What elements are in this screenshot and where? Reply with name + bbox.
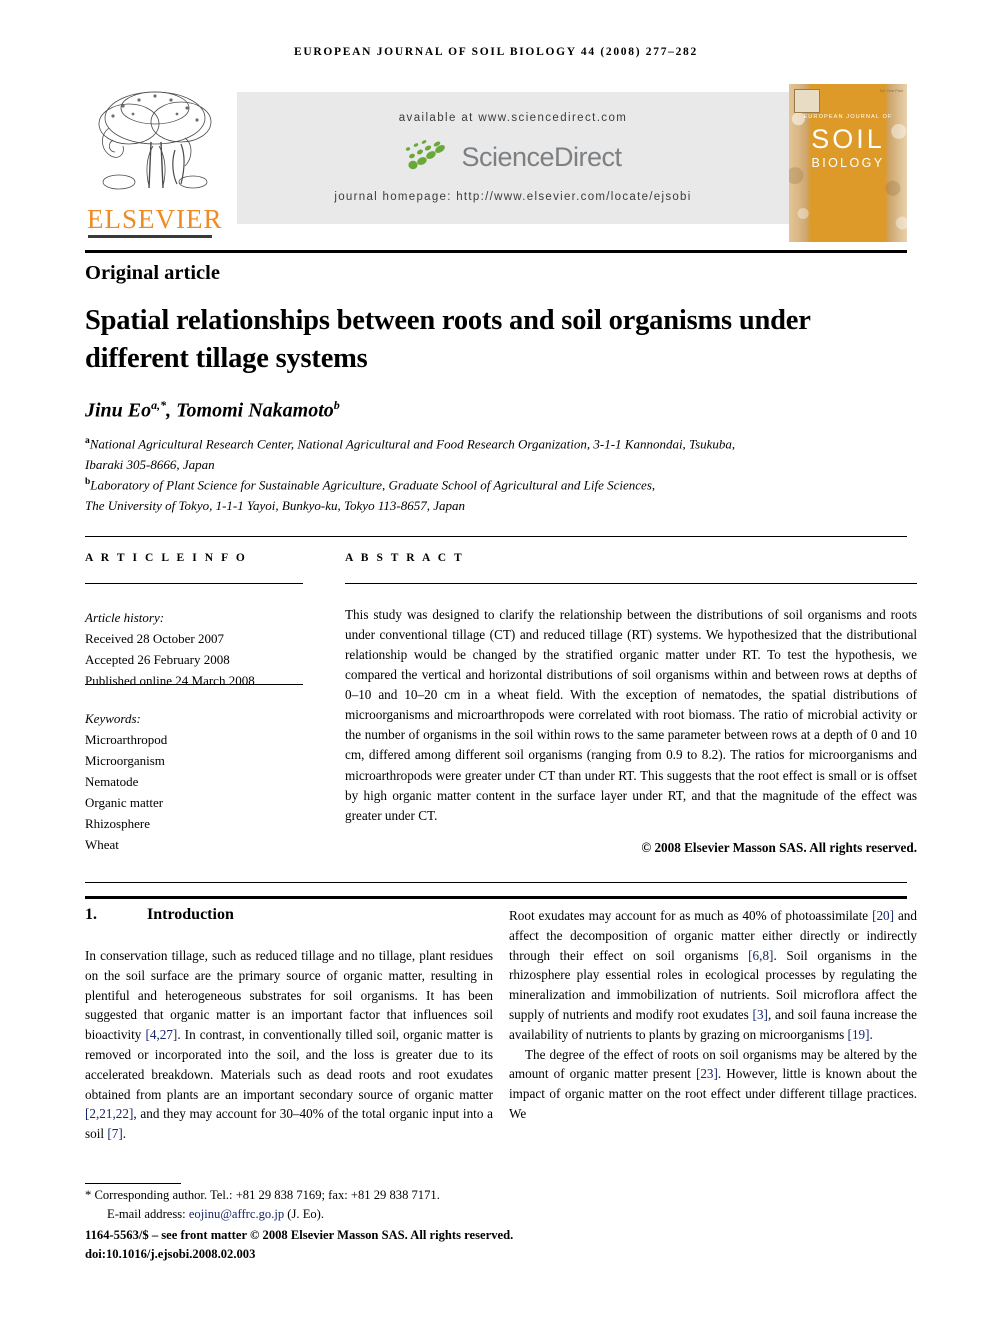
cover-elsevier-mark-icon [794,89,820,113]
keywords-label: Keywords: [85,711,141,726]
section-heading-introduction: 1. Introduction [85,906,234,924]
doi-line: doi:10.1016/j.ejsobi.2008.02.003 [85,1246,256,1261]
sciencedirect-logo: ScienceDirect [237,140,789,174]
elsevier-logo: ELSEVIER [85,80,227,246]
tree-illustration-svg [98,91,212,190]
elsevier-tree-icon [89,84,219,202]
author-list: Jinu Eoa,*, Tomomi Nakamotob [85,398,340,422]
keyword-item: Wheat [85,837,119,853]
keywords-top-rule [85,684,303,685]
article-info-heading: A R T I C L E I N F O [85,552,248,564]
keywords-list: Keywords: Microarthropod Microorganism N… [85,708,303,855]
body-top-rule [85,896,907,899]
sciencedirect-banner: available at www.sciencedirect.com Scien… [237,92,789,224]
abstract-column: A B S T R A C T [345,552,917,564]
history-item-received: Received 28 October 2007 [85,631,224,647]
article-history-block: Article history: Received 28 October 200… [85,590,303,691]
body-column-left: In conservation tillage, such as reduced… [85,948,493,1142]
article-history-label: Article history: [85,610,165,625]
section-title-text: Introduction [147,906,234,923]
abstract-copyright: © 2008 Elsevier Masson SAS. All rights r… [641,839,917,855]
keywords-block: Keywords: Microarthropod Microorganism N… [85,690,303,855]
sciencedirect-wordmark: ScienceDirect [461,141,622,172]
corresponding-author-note: * Corresponding author. Tel.: +81 29 838… [85,1188,440,1202]
article-type-label: Original article [85,262,220,284]
email-suffix: (J. Eo). [287,1206,325,1221]
cover-title-line1: EUROPEAN JOURNAL OF [803,114,893,120]
abstract-body-wrap: This study was designed to clarify the r… [345,588,917,856]
affiliations: aNational Agricultural Research Center, … [85,436,736,514]
article-history: Article history: Received 28 October 200… [85,607,303,691]
title-block-bottom-rule [85,536,907,537]
keyword-item: Rhizosphere [85,816,150,832]
abstract-text: This study was designed to clarify the r… [345,607,917,823]
footnote-separator-rule [85,1183,181,1184]
history-item-accepted: Accepted 26 February 2008 [85,652,230,668]
tree-baseline [88,235,212,238]
masthead: ELSEVIER available at www.sciencedirect.… [85,80,907,246]
page-footer: * Corresponding author. Tel.: +81 29 838… [85,1186,645,1264]
cover-title-line2: SOIL [811,124,885,154]
abstract-heading-rule [345,583,917,584]
elsevier-wordmark: ELSEVIER [87,204,223,234]
keyword-item: Microarthropod [85,732,168,748]
masthead-bottom-rule [85,250,907,253]
article-title: Spatial relationships between roots and … [85,305,811,374]
keyword-item: Nematode [85,774,139,790]
history-item-published: Published online 24 March 2008 [85,673,255,689]
issn-frontmatter-line: 1164-5563/$ – see front matter © 2008 El… [85,1227,514,1242]
cover-corner-note: The Year Past [879,89,903,93]
abstract-heading: A B S T R A C T [345,552,465,564]
section-number: 1. [85,906,97,923]
article-info-heading-rule [85,583,303,584]
cover-title-line3: BIOLOGY [811,156,885,170]
journal-cover-thumbnail: The Year Past EUROPEAN JOURNAL OF SOIL B… [789,84,907,242]
journal-homepage-text: journal homepage: http://www.elsevier.co… [334,191,692,203]
article-info-column: A R T I C L E I N F O [85,552,303,564]
abstract-bottom-rule [85,882,907,883]
running-head: EUROPEAN JOURNAL OF SOIL BIOLOGY 44 (200… [294,46,698,58]
email-line: E-mail address: eojinu@affrc.go.jp (J. E… [85,1205,645,1224]
email-link[interactable]: eojinu@affrc.go.jp [189,1207,284,1221]
keyword-item: Organic matter [85,795,164,811]
journal-article-page: EUROPEAN JOURNAL OF SOIL BIOLOGY 44 (200… [0,0,992,1323]
body-column-right: Root exudates may account for as much as… [509,908,918,1121]
email-label: E-mail address: [107,1206,186,1221]
keyword-item: Microorganism [85,753,165,769]
sciencedirect-leaves-icon [406,140,446,170]
available-at-text: available at www.sciencedirect.com [398,112,628,124]
